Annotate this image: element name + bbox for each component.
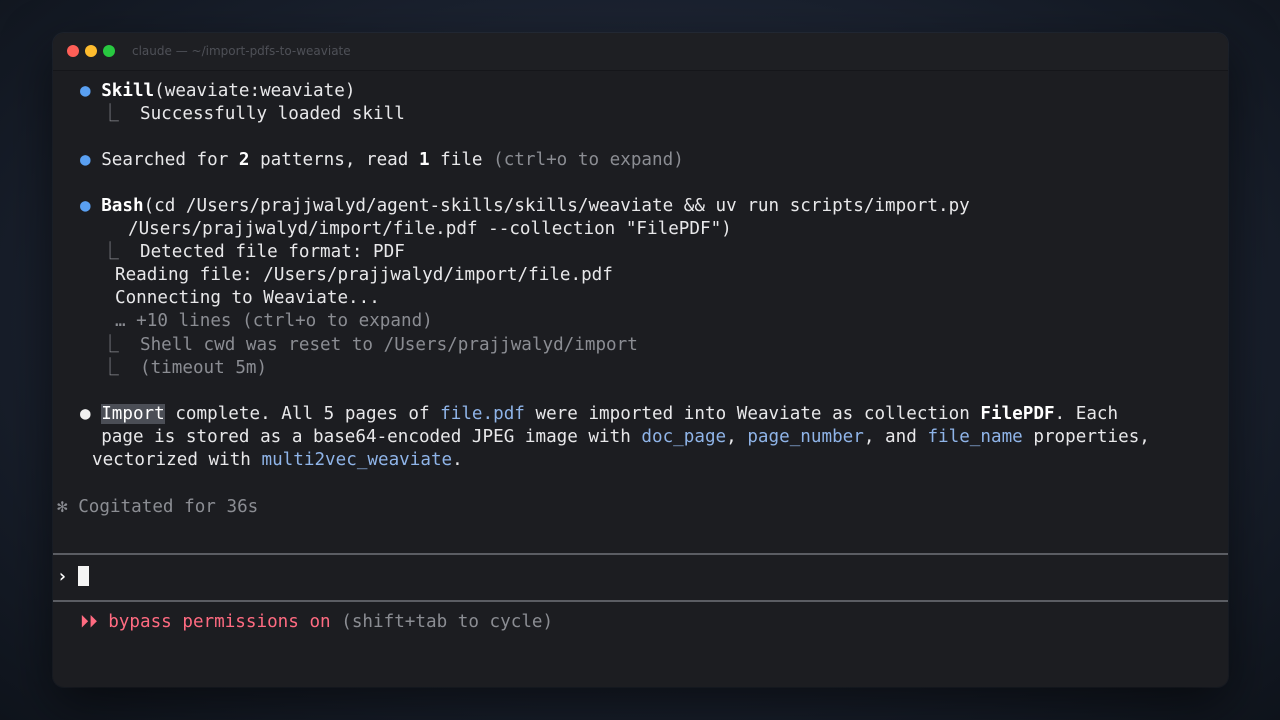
- bullet-icon: ●: [80, 81, 91, 101]
- selected-text[interactable]: Import: [101, 404, 165, 424]
- status-line: ✻ Cogitated for 36s: [57, 496, 258, 519]
- text-cursor: [78, 566, 90, 586]
- result-branch-icon: ⎿: [101, 104, 119, 124]
- result-branch-icon: ⎿: [101, 335, 119, 355]
- permission-mode-line[interactable]: ⏵⏵ bypass permissions on (shift+tab to c…: [80, 611, 553, 634]
- permission-mode-label: bypass permissions on: [108, 612, 331, 632]
- inline-code: file.pdf: [440, 404, 525, 424]
- bash-output: Connecting to Weaviate...: [115, 288, 380, 308]
- files-count: 1: [418, 150, 430, 170]
- window-title: claude — ~/import-pdfs-to-weaviate: [132, 44, 351, 58]
- message-text: ,: [726, 427, 748, 447]
- tool-args: (weaviate:weaviate): [154, 81, 356, 101]
- message-text: were imported into Weaviate as collectio…: [524, 404, 981, 424]
- expand-hint: (ctrl+o to expand): [493, 150, 684, 170]
- bash-command-line: ● Bash(cd /Users/prajjwalyd/agent-skills…: [80, 195, 970, 218]
- assistant-message-line-1: ● Import complete. All 5 pages of file.p…: [80, 403, 1118, 426]
- minimize-window-button[interactable]: [85, 45, 97, 57]
- bash-note-line: ⎿ Shell cwd was reset to /Users/prajjwal…: [80, 334, 638, 357]
- assistant-message-line-3: vectorized with multi2vec_weaviate.: [92, 449, 463, 472]
- asterisk-icon: ✻: [57, 497, 68, 517]
- terminal-output[interactable]: ● Skill(weaviate:weaviate) ⎿ Successfull…: [53, 70, 1228, 687]
- skill-result: Successfully loaded skill: [139, 104, 405, 124]
- tool-name: Bash: [101, 196, 144, 216]
- fast-forward-icon: ⏵⏵: [80, 612, 98, 632]
- search-summary-line: ● Searched for 2 patterns, read 1 file (…: [80, 149, 684, 172]
- bash-output: Reading file: /Users/prajjwalyd/import/f…: [115, 265, 613, 285]
- inline-code: doc_page: [641, 427, 727, 447]
- message-text: properties,: [1022, 427, 1150, 447]
- inline-code: file_name: [927, 427, 1023, 447]
- search-text: Searched for: [101, 150, 239, 170]
- bash-output: Detected file format: PDF: [139, 242, 405, 262]
- assistant-message-line-2: page is stored as a base64-encoded JPEG …: [80, 426, 1150, 449]
- status-text: Cogitated for 36s: [78, 497, 259, 517]
- result-branch-icon: ⎿: [101, 242, 119, 262]
- title-bar: claude — ~/import-pdfs-to-weaviate: [53, 33, 1228, 71]
- patterns-count: 2: [238, 150, 250, 170]
- bullet-icon: ●: [80, 196, 91, 216]
- skill-tool-line: ● Skill(weaviate:weaviate): [80, 80, 355, 103]
- prompt-input-row[interactable]: ›: [57, 566, 90, 589]
- collapsed-lines-hint[interactable]: … +10 lines (ctrl+o to expand): [115, 310, 433, 333]
- timeout-note: (timeout 5m): [139, 358, 268, 378]
- message-text: complete. All 5 pages of: [164, 404, 441, 424]
- bullet-icon: ●: [80, 150, 91, 170]
- prompt-bottom-divider: [53, 600, 1228, 602]
- cycle-hint: (shift+tab to cycle): [341, 612, 554, 632]
- prompt-chevron-icon: ›: [57, 567, 68, 587]
- close-window-button[interactable]: [67, 45, 79, 57]
- bash-command: (cd /Users/prajjwalyd/agent-skills/skill…: [143, 196, 970, 216]
- message-text: , and: [863, 427, 928, 447]
- message-text: vectorized with: [92, 450, 262, 470]
- message-text: page is stored as a base64-encoded JPEG …: [101, 427, 642, 447]
- cwd-reset-note: Shell cwd was reset to /Users/prajjwalyd…: [139, 335, 638, 355]
- prompt-top-divider: [53, 553, 1228, 555]
- message-text: . Each: [1054, 404, 1119, 424]
- inline-code: multi2vec_weaviate: [261, 450, 453, 470]
- collection-name: FilePDF: [980, 404, 1055, 424]
- bash-note-line: ⎿ (timeout 5m): [80, 357, 267, 380]
- bullet-icon: ●: [80, 404, 91, 424]
- search-text: file: [429, 150, 494, 170]
- skill-result-line: ⎿ Successfully loaded skill: [80, 103, 405, 126]
- bash-command-continued: /Users/prajjwalyd/import/file.pdf --coll…: [128, 219, 732, 239]
- terminal-window: claude — ~/import-pdfs-to-weaviate ● Ski…: [53, 33, 1228, 687]
- bash-output-line: ⎿ Detected file format: PDF: [80, 241, 405, 264]
- message-text: .: [452, 450, 463, 470]
- inline-code: page_number: [747, 427, 864, 447]
- maximize-window-button[interactable]: [103, 45, 115, 57]
- tool-name: Skill: [101, 81, 155, 101]
- search-text: patterns, read: [249, 150, 419, 170]
- result-branch-icon: ⎿: [101, 358, 119, 378]
